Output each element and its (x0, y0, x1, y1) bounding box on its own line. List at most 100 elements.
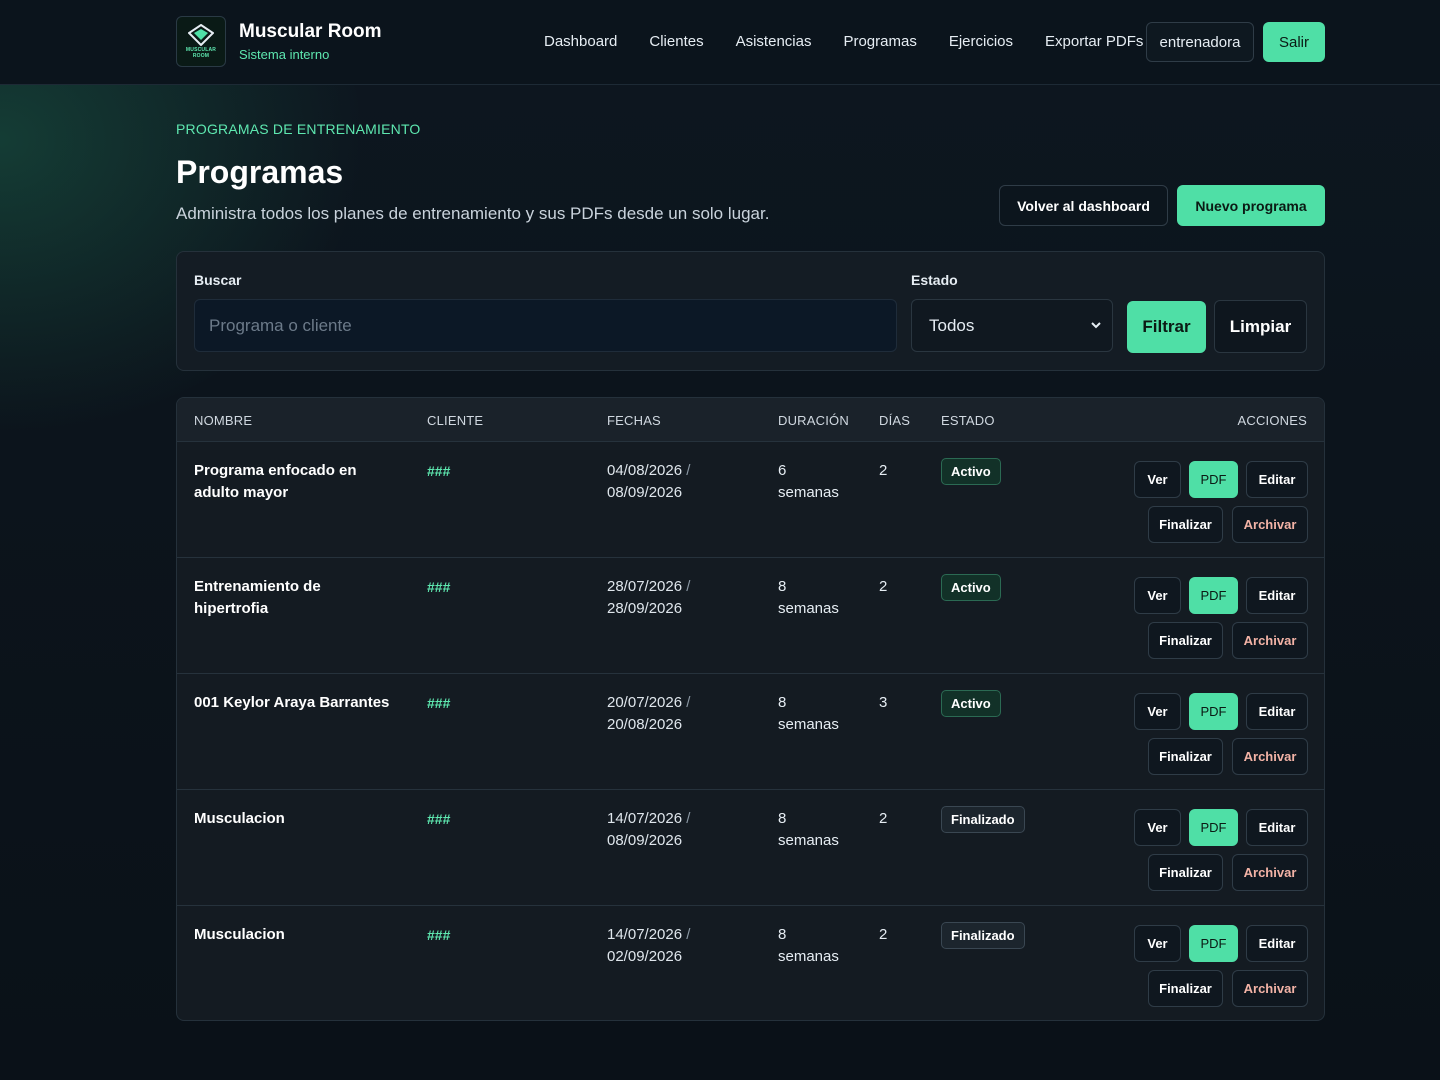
program-client: ### (427, 579, 451, 595)
pdf-button[interactable]: PDF (1189, 925, 1238, 962)
program-dates: 20/07/2026 /20/08/2026 (607, 692, 727, 736)
finish-button[interactable]: Finalizar (1148, 738, 1223, 775)
logo-text-line2: ROOM (192, 53, 210, 59)
edit-button[interactable]: Editar (1246, 693, 1308, 730)
status-select-value: Todos (929, 315, 975, 335)
archive-button[interactable]: Archivar (1232, 854, 1308, 891)
brand[interactable]: MUSCULAR ROOM Muscular Room Sistema inte… (176, 16, 382, 67)
end-date: 08/09/2026 (607, 484, 683, 501)
pdf-button[interactable]: PDF (1189, 809, 1238, 846)
edit-button[interactable]: Editar (1246, 809, 1308, 846)
program-dates: 28/07/2026 /28/09/2026 (607, 576, 727, 620)
end-date: 08/09/2026 (607, 832, 683, 849)
diamond-logo-icon (188, 24, 214, 46)
program-dates: 14/07/2026 /02/09/2026 (607, 924, 727, 968)
column-header-days: DÍAS (879, 413, 911, 428)
view-button[interactable]: Ver (1134, 809, 1181, 846)
edit-button[interactable]: Editar (1246, 925, 1308, 962)
program-name: Programa enfocado en adulto mayor (194, 462, 357, 501)
archive-button[interactable]: Archivar (1232, 970, 1308, 1007)
brand-subtitle: Sistema interno (239, 46, 330, 62)
page-description: Administra todos los planes de entrenami… (176, 204, 770, 223)
date-separator: / (686, 926, 691, 943)
program-client: ### (427, 463, 451, 479)
date-separator: / (686, 694, 691, 711)
program-name: Musculacion (194, 810, 285, 827)
column-header-status: ESTADO (941, 413, 995, 428)
archive-button[interactable]: Archivar (1232, 506, 1308, 543)
column-header-dates: FECHAS (607, 413, 661, 428)
pdf-button[interactable]: PDF (1189, 577, 1238, 614)
program-days: 2 (879, 578, 888, 595)
program-dates: 04/08/2026 /08/09/2026 (607, 460, 727, 504)
date-separator: / (686, 462, 691, 479)
column-header-client: CLIENTE (427, 413, 484, 428)
end-date: 20/08/2026 (607, 716, 683, 733)
archive-button[interactable]: Archivar (1232, 738, 1308, 775)
program-dates: 14/07/2026 /08/09/2026 (607, 808, 727, 852)
filter-button[interactable]: Filtrar (1127, 301, 1206, 353)
view-button[interactable]: Ver (1134, 925, 1181, 962)
new-program-button[interactable]: Nuevo programa (1177, 185, 1325, 226)
duration-unit: semanas (778, 484, 839, 501)
brand-name: Muscular Room (239, 20, 382, 42)
nav-link-programas[interactable]: Programas (843, 22, 916, 62)
filter-panel: Buscar Estado Todos Filtrar Limpiar (176, 251, 1325, 371)
edit-button[interactable]: Editar (1246, 461, 1308, 498)
clear-button[interactable]: Limpiar (1214, 300, 1307, 353)
start-date: 14/07/2026 (607, 810, 683, 827)
start-date: 04/08/2026 (607, 462, 683, 479)
view-button[interactable]: Ver (1134, 577, 1181, 614)
program-name: Musculacion (194, 926, 285, 943)
finish-button[interactable]: Finalizar (1148, 854, 1223, 891)
duration-number: 8 (778, 810, 787, 827)
pdf-button[interactable]: PDF (1189, 461, 1238, 498)
main-nav: Dashboard Clientes Asistencias Programas… (528, 22, 1175, 62)
column-header-duration: DURACIÓN (778, 413, 849, 428)
view-button[interactable]: Ver (1134, 461, 1181, 498)
program-duration: 8 semanas (778, 692, 848, 736)
nav-link-exportar-pdfs[interactable]: Exportar PDFs (1045, 22, 1143, 62)
end-date: 02/09/2026 (607, 948, 683, 965)
table-row: Programa enfocado en adulto mayor ### 04… (177, 442, 1324, 558)
logo-text: MUSCULAR ROOM (186, 47, 216, 59)
logout-button[interactable]: Salir (1263, 22, 1325, 62)
finish-button[interactable]: Finalizar (1148, 622, 1223, 659)
search-label: Buscar (194, 272, 242, 288)
nav-link-ejercicios[interactable]: Ejercicios (949, 22, 1013, 62)
nav-link-asistencias[interactable]: Asistencias (736, 22, 812, 62)
user-button[interactable]: entrenadora (1146, 22, 1254, 62)
finish-button[interactable]: Finalizar (1148, 970, 1223, 1007)
table-row: Entrenamiento de hipertrofia ### 28/07/2… (177, 558, 1324, 674)
start-date: 28/07/2026 (607, 578, 683, 595)
status-badge: Finalizado (941, 922, 1025, 949)
column-header-name: NOMBRE (194, 413, 253, 428)
finish-button[interactable]: Finalizar (1148, 506, 1223, 543)
status-select[interactable]: Todos (911, 299, 1113, 352)
chevron-down-icon (1091, 322, 1101, 329)
duration-number: 6 (778, 462, 787, 479)
program-duration: 8 semanas (778, 808, 848, 852)
search-input[interactable] (194, 299, 897, 352)
end-date: 28/09/2026 (607, 600, 683, 617)
duration-unit: semanas (778, 600, 839, 617)
status-badge: Activo (941, 458, 1001, 485)
status-badge: Activo (941, 690, 1001, 717)
program-client: ### (427, 695, 451, 711)
archive-button[interactable]: Archivar (1232, 622, 1308, 659)
nav-link-clientes[interactable]: Clientes (649, 22, 703, 62)
program-duration: 8 semanas (778, 576, 848, 620)
nav-link-dashboard[interactable]: Dashboard (544, 22, 617, 62)
program-duration: 6 semanas (778, 460, 848, 504)
duration-unit: semanas (778, 716, 839, 733)
date-separator: / (686, 578, 691, 595)
edit-button[interactable]: Editar (1246, 577, 1308, 614)
duration-number: 8 (778, 578, 787, 595)
program-days: 3 (879, 694, 888, 711)
duration-number: 8 (778, 926, 787, 943)
status-badge: Activo (941, 574, 1001, 601)
back-to-dashboard-button[interactable]: Volver al dashboard (999, 185, 1168, 226)
program-client: ### (427, 927, 451, 943)
view-button[interactable]: Ver (1134, 693, 1181, 730)
pdf-button[interactable]: PDF (1189, 693, 1238, 730)
